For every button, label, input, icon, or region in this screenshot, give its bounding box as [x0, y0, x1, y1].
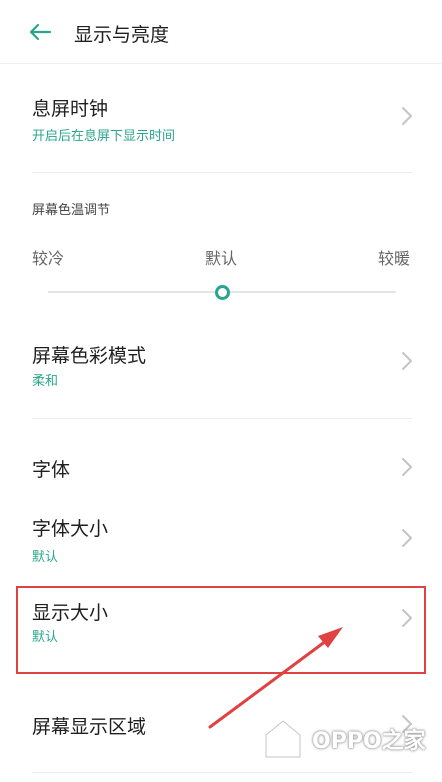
font-size-title: 字体大小 [32, 518, 109, 540]
color-mode-title: 屏幕色彩模式 [32, 345, 147, 367]
color-temp-slider-thumb[interactable] [214, 285, 230, 300]
font-size-value: 默认 [32, 550, 59, 565]
divider [32, 172, 412, 173]
aod-clock-subtitle: 开启后在息屏下显示时间 [32, 129, 176, 144]
font-title: 字体 [32, 459, 71, 481]
color-temp-cold-label: 较冷 [32, 249, 65, 268]
aod-clock-title: 息屏时钟 [32, 98, 109, 120]
setting-aod-clock[interactable]: 息屏时钟 开启后在息屏下显示时间 [0, 64, 442, 172]
app-bar: 显示与亮度 [0, 0, 442, 64]
chevron-right-icon [402, 458, 412, 476]
divider [32, 772, 412, 773]
annotation-highlight-box [16, 586, 426, 674]
chevron-right-icon [402, 107, 412, 125]
color-temp-label: 屏幕色温调节 [32, 203, 111, 218]
chevron-right-icon [402, 529, 412, 547]
divider [32, 418, 412, 419]
watermark-text: OPPO之家 [312, 729, 426, 754]
setting-font-size[interactable]: 字体大小 默认 [0, 502, 442, 586]
oppo-home-logo-icon [264, 719, 302, 759]
page-title: 显示与亮度 [74, 24, 170, 46]
setting-color-mode[interactable]: 屏幕色彩模式 柔和 [0, 320, 442, 418]
chevron-right-icon [402, 352, 412, 370]
arrow-left-icon[interactable] [28, 22, 52, 42]
color-mode-value: 柔和 [32, 374, 59, 389]
setting-font[interactable]: 字体 [0, 432, 442, 502]
display-area-title: 屏幕显示区域 [32, 716, 147, 738]
color-temp-default-label: 默认 [205, 249, 238, 268]
watermark: OPPO之家 [262, 712, 432, 766]
color-temp-warm-label: 较暖 [378, 249, 411, 268]
